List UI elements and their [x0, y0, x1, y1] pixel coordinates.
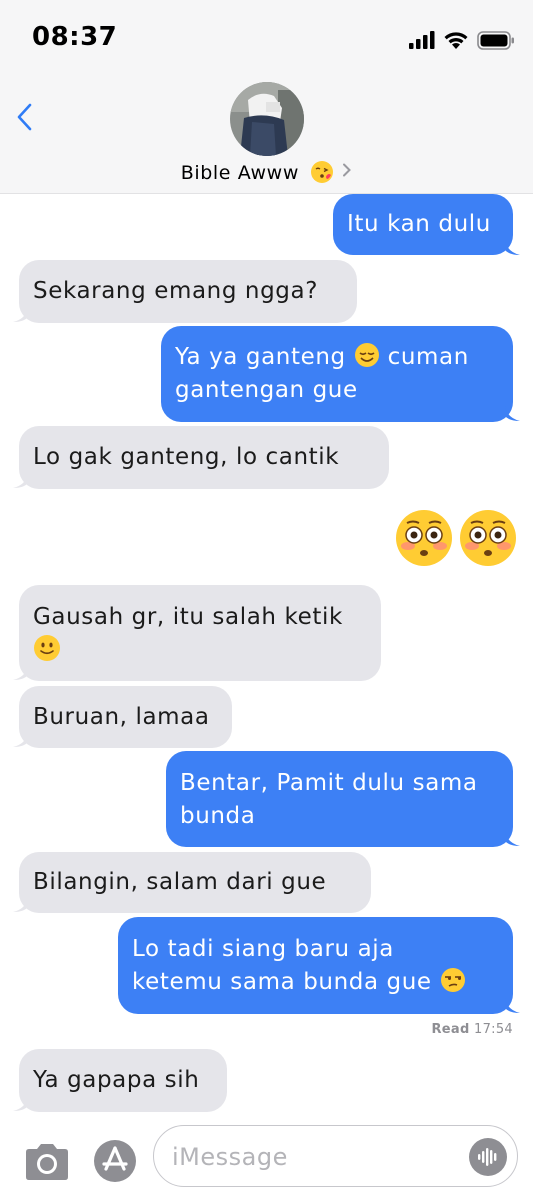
message-input[interactable] — [170, 1136, 464, 1178]
face-blowing-kiss-icon — [310, 161, 333, 183]
chevron-right-icon — [343, 163, 352, 177]
message-input-field[interactable] — [153, 1125, 518, 1187]
message-bubble-incoming[interactable]: Ya gapapa sih — [19, 1049, 227, 1112]
message-bubble-incoming[interactable]: Gausah gr, itu salah ketik — [19, 585, 381, 681]
bubble-tail — [13, 473, 28, 488]
message-text: Lo gak ganteng, lo cantik — [33, 444, 340, 470]
read-label: Read — [431, 1022, 470, 1037]
bubble-tail — [13, 897, 28, 912]
bubble-tail — [13, 665, 28, 680]
bubble-tail — [505, 831, 520, 846]
status-bar: 08:37 — [0, 0, 533, 80]
bubble-tail — [505, 240, 520, 255]
message-text: Sekarang emang ngga? — [33, 278, 319, 304]
message-text: bunda — [180, 803, 256, 829]
message-bubble-incoming[interactable]: Sekarang emang ngga? — [19, 260, 357, 323]
cellular-signal-icon — [409, 31, 435, 49]
message-text: Ya ya ganteng — [175, 344, 346, 370]
audio-waveform-icon[interactable] — [469, 1138, 507, 1176]
avatar[interactable] — [230, 82, 304, 156]
conversation-header: Bible Awww — [0, 80, 533, 194]
message-text: Bentar, Pamit dulu sama — [180, 770, 478, 796]
message-bubble-incoming[interactable]: Buruan, lamaa — [19, 686, 232, 748]
flushed-face-icon — [396, 510, 452, 566]
bubble-tail — [505, 998, 520, 1013]
slightly-smiling-face-icon — [34, 635, 60, 661]
message-text: Lo tadi siang baru aja — [132, 936, 394, 962]
emoji-message[interactable] — [394, 508, 518, 568]
avatar-photo — [230, 82, 304, 156]
message-bubble-outgoing[interactable]: Lo tadi siang baru aja ketemu sama bunda… — [118, 917, 513, 1014]
message-text: Itu kan dulu — [347, 211, 491, 237]
message-bubble-incoming[interactable]: Lo gak ganteng, lo cantik — [19, 426, 389, 489]
message-text: Buruan, lamaa — [33, 704, 210, 730]
bubble-tail — [13, 1096, 28, 1111]
status-time: 08:37 — [32, 22, 118, 52]
message-text: cuman — [387, 344, 469, 370]
composer-bar — [0, 1120, 533, 1200]
message-text: Ya gapapa sih — [33, 1067, 200, 1093]
message-text: Gausah gr, itu salah ketik — [33, 604, 343, 630]
chevron-left-icon[interactable] — [14, 102, 38, 132]
contact-name: Bible Awww — [180, 162, 299, 184]
wifi-icon — [444, 31, 468, 49]
camera-icon[interactable] — [22, 1142, 72, 1182]
message-line: ketemu sama bunda gue — [132, 966, 499, 999]
bubble-tail — [505, 406, 520, 421]
message-bubble-outgoing[interactable]: Bentar, Pamit dulu sama bunda — [166, 751, 513, 847]
message-bubble-outgoing[interactable]: Ya ya ganteng cuman gantengan gue — [161, 326, 513, 422]
read-time: 17:54 — [474, 1022, 513, 1037]
relieved-face-icon — [354, 343, 379, 367]
bubble-tail — [13, 307, 28, 322]
message-text: ketemu sama bunda gue — [132, 969, 432, 995]
message-text: Bilangin, salam dari gue — [33, 869, 327, 895]
message-bubble-incoming[interactable]: Bilangin, salam dari gue — [19, 852, 371, 913]
contact-name-row[interactable]: Bible Awww — [0, 160, 533, 184]
message-line — [33, 634, 367, 668]
status-icons — [409, 28, 515, 52]
battery-icon — [477, 30, 514, 50]
message-text: gantengan gue — [175, 377, 358, 403]
message-line: Ya ya ganteng cuman — [175, 341, 499, 374]
message-bubble-outgoing[interactable]: Itu kan dulu — [333, 194, 513, 255]
bubble-tail — [13, 732, 28, 747]
flushed-face-icon — [460, 510, 516, 566]
app-store-icon[interactable] — [93, 1139, 137, 1183]
unamused-face-icon — [440, 968, 465, 992]
read-receipt: Read 17:54 — [431, 1022, 513, 1037]
